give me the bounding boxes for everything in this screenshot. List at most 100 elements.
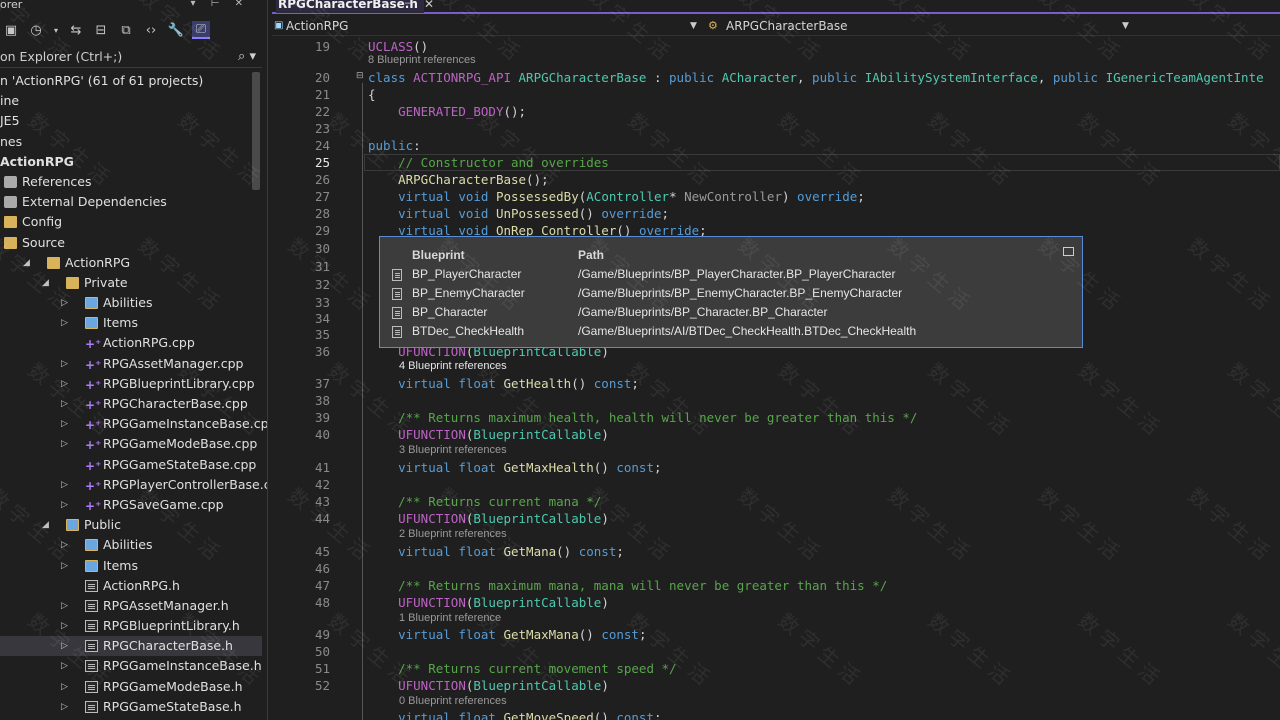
code-line[interactable]: virtual float GetMana() const;: [368, 544, 624, 559]
tree-item[interactable]: ine: [0, 91, 262, 111]
blueprint-references-codelens[interactable]: 0 Blueprint references: [399, 695, 507, 707]
chevron-down-icon[interactable]: ▼: [1122, 16, 1129, 36]
tree-item[interactable]: ◢ Private: [0, 273, 262, 293]
tree-item[interactable]: External Dependencies: [0, 192, 262, 212]
blueprint-reference-row[interactable]: BP_PlayerCharacter/Game/Blueprints/BP_Pl…: [380, 265, 1080, 284]
code-line[interactable]: /** Returns current mana */: [368, 494, 601, 509]
tree-item[interactable]: n 'ActionRPG' (61 of 61 projects): [0, 71, 262, 91]
tree-item[interactable]: ▷ +⁺ RPGGameInstanceBase.cpp: [0, 414, 267, 434]
panel-window-controls[interactable]: ▾ ⊢ ✕: [191, 0, 249, 9]
tree-item[interactable]: JE5: [0, 111, 262, 131]
tree-item[interactable]: References: [0, 172, 262, 192]
expand-arrow-icon[interactable]: ▷: [61, 616, 68, 636]
code-line[interactable]: class ACTIONRPG_API ARPGCharacterBase : …: [368, 70, 1264, 85]
expand-arrow-icon[interactable]: ▷: [61, 293, 68, 313]
tree-item[interactable]: ◢ Public: [0, 515, 262, 535]
tree-item[interactable]: +⁺ RPGGameStateBase.cpp: [0, 455, 262, 475]
tree-item[interactable]: ActionRPG: [0, 152, 262, 172]
code-line[interactable]: virtual float GetMoveSpeed() const;: [368, 710, 661, 720]
code-line[interactable]: // Constructor and overrides: [368, 155, 609, 170]
blueprint-references-codelens[interactable]: 1 Blueprint reference: [399, 612, 501, 624]
blueprint-reference-row[interactable]: BP_EnemyCharacter/Game/Blueprints/BP_Ene…: [380, 284, 1080, 303]
code-line[interactable]: ARPGCharacterBase();: [368, 172, 549, 187]
tree-item[interactable]: ▷ Items: [0, 556, 262, 576]
code-line[interactable]: virtual void PossessedBy(AController* Ne…: [368, 189, 865, 204]
blueprint-references-codelens[interactable]: 3 Blueprint references: [399, 444, 507, 456]
code-line[interactable]: GENERATED_BODY();: [368, 104, 526, 119]
collapse-arrow-icon[interactable]: ◢: [42, 515, 49, 535]
close-icon[interactable]: ✕: [424, 0, 434, 11]
history-icon[interactable]: ◷: [27, 21, 45, 39]
tree-item[interactable]: ▷ +⁺ RPGBlueprintLibrary.cpp: [0, 374, 262, 394]
expand-arrow-icon[interactable]: ▷: [61, 677, 68, 697]
expand-arrow-icon[interactable]: ▷: [61, 374, 68, 394]
tree-item[interactable]: ▷ Items: [0, 313, 262, 333]
code-line[interactable]: public:: [368, 138, 421, 153]
expand-arrow-icon[interactable]: ▷: [61, 656, 68, 676]
blueprint-reference-row[interactable]: BTDec_CheckHealth/Game/Blueprints/AI/BTD…: [380, 322, 1080, 341]
tree-item[interactable]: Source: [0, 233, 262, 253]
collapse-all-icon[interactable]: ⊟: [92, 21, 110, 39]
collapse-arrow-icon[interactable]: ◢: [42, 273, 49, 293]
sync-icon[interactable]: ⇆: [67, 21, 85, 39]
tree-item[interactable]: ▷ +⁺ RPGSaveGame.cpp: [0, 495, 262, 515]
tab-rpgcharacterbase-h[interactable]: RPGCharacterBase.h: [276, 0, 424, 13]
tree-item[interactable]: Config: [0, 212, 262, 232]
code-line[interactable]: /** Returns current movement speed */: [368, 661, 676, 676]
tree-item[interactable]: ActionRPG.h: [0, 576, 262, 596]
expand-arrow-icon[interactable]: ▷: [61, 697, 68, 717]
expand-arrow-icon[interactable]: ▷: [61, 475, 68, 495]
code-line[interactable]: virtual float GetMaxMana() const;: [368, 627, 646, 642]
tree-item[interactable]: +⁺ ActionRPG.cpp: [0, 333, 262, 353]
solution-search-input[interactable]: on Explorer (Ctrl+;) ⌕ ▾: [0, 46, 262, 68]
show-all-files-icon[interactable]: ⧉: [117, 21, 135, 39]
code-line[interactable]: UFUNCTION(BlueprintCallable): [368, 511, 609, 526]
expand-arrow-icon[interactable]: ▷: [61, 535, 68, 555]
code-line[interactable]: virtual float GetHealth() const;: [368, 376, 639, 391]
tree-item[interactable]: ▷ Abilities: [0, 535, 262, 555]
code-line[interactable]: virtual void UnPossessed() override;: [368, 206, 669, 221]
switch-views-icon[interactable]: ▣: [2, 21, 20, 39]
tree-item[interactable]: ▷ +⁺RPGPlayerControllerBase.cpp: [0, 475, 267, 495]
expand-arrow-icon[interactable]: ▷: [61, 414, 68, 434]
tree-item[interactable]: ▷ RPGGameStateBase.h: [0, 697, 262, 717]
expand-arrow-icon[interactable]: ▷: [61, 394, 68, 414]
search-icon[interactable]: ⌕ ▾: [238, 46, 256, 68]
tree-item[interactable]: ▷ +⁺ RPGAssetManager.cpp: [0, 354, 262, 374]
expand-arrow-icon[interactable]: ▷: [61, 636, 68, 656]
code-line[interactable]: UFUNCTION(BlueprintCallable): [368, 595, 609, 610]
code-line[interactable]: UCLASS(): [368, 39, 428, 54]
collapse-arrow-icon[interactable]: ◢: [23, 253, 30, 273]
blueprint-references-codelens[interactable]: 4 Blueprint references: [399, 360, 507, 372]
tree-item[interactable]: ▷ Abilities: [0, 293, 262, 313]
blueprint-references-codelens[interactable]: 2 Blueprint references: [399, 528, 507, 540]
tree-item[interactable]: ▷ RPGBlueprintLibrary.h: [0, 616, 262, 636]
fold-toggle-icon[interactable]: ⊟: [356, 71, 364, 81]
expand-arrow-icon[interactable]: ▷: [61, 434, 68, 454]
tree-item[interactable]: ▷ RPGCharacterBase.h: [0, 636, 262, 657]
tree-scrollbar-thumb[interactable]: [252, 72, 260, 190]
code-editor[interactable]: 19 UCLASS() 8 Blueprint references 20 ⊟ class…: [272, 37, 1280, 720]
project-dropdown[interactable]: ActionRPG: [286, 16, 348, 36]
code-line[interactable]: {: [368, 87, 376, 102]
code-line[interactable]: UFUNCTION(BlueprintCallable): [368, 427, 609, 442]
blueprint-references-codelens[interactable]: 8 Blueprint references: [368, 54, 476, 66]
tree-item[interactable]: ▷ RPGAssetManager.h: [0, 596, 262, 616]
class-dropdown[interactable]: ARPGCharacterBase: [726, 16, 848, 36]
tree-item[interactable]: ▷ +⁺ RPGCharacterBase.cpp: [0, 394, 262, 414]
expand-window-icon[interactable]: [1063, 247, 1074, 256]
expand-arrow-icon[interactable]: ▷: [61, 556, 68, 576]
tree-item[interactable]: ▷ +⁺ RPGGameModeBase.cpp: [0, 434, 262, 454]
tree-item[interactable]: ▷ RPGGameModeBase.h: [0, 677, 262, 697]
dropdown-icon[interactable]: ▾: [52, 21, 60, 39]
code-line[interactable]: virtual float GetMaxHealth() const;: [368, 460, 661, 475]
pin-icon[interactable]: ⊣: [404, 0, 414, 10]
expand-arrow-icon[interactable]: ▷: [61, 313, 68, 333]
expand-arrow-icon[interactable]: ▷: [61, 354, 68, 374]
code-line[interactable]: /** Returns maximum health, health will …: [368, 410, 917, 425]
tree-item[interactable]: nes: [0, 132, 262, 152]
preview-selected-icon[interactable]: ⎚: [192, 21, 210, 39]
tree-item[interactable]: ◢ ActionRPG: [0, 253, 262, 273]
expand-arrow-icon[interactable]: ▷: [61, 596, 68, 616]
code-line[interactable]: UFUNCTION(BlueprintCallable): [368, 678, 609, 693]
